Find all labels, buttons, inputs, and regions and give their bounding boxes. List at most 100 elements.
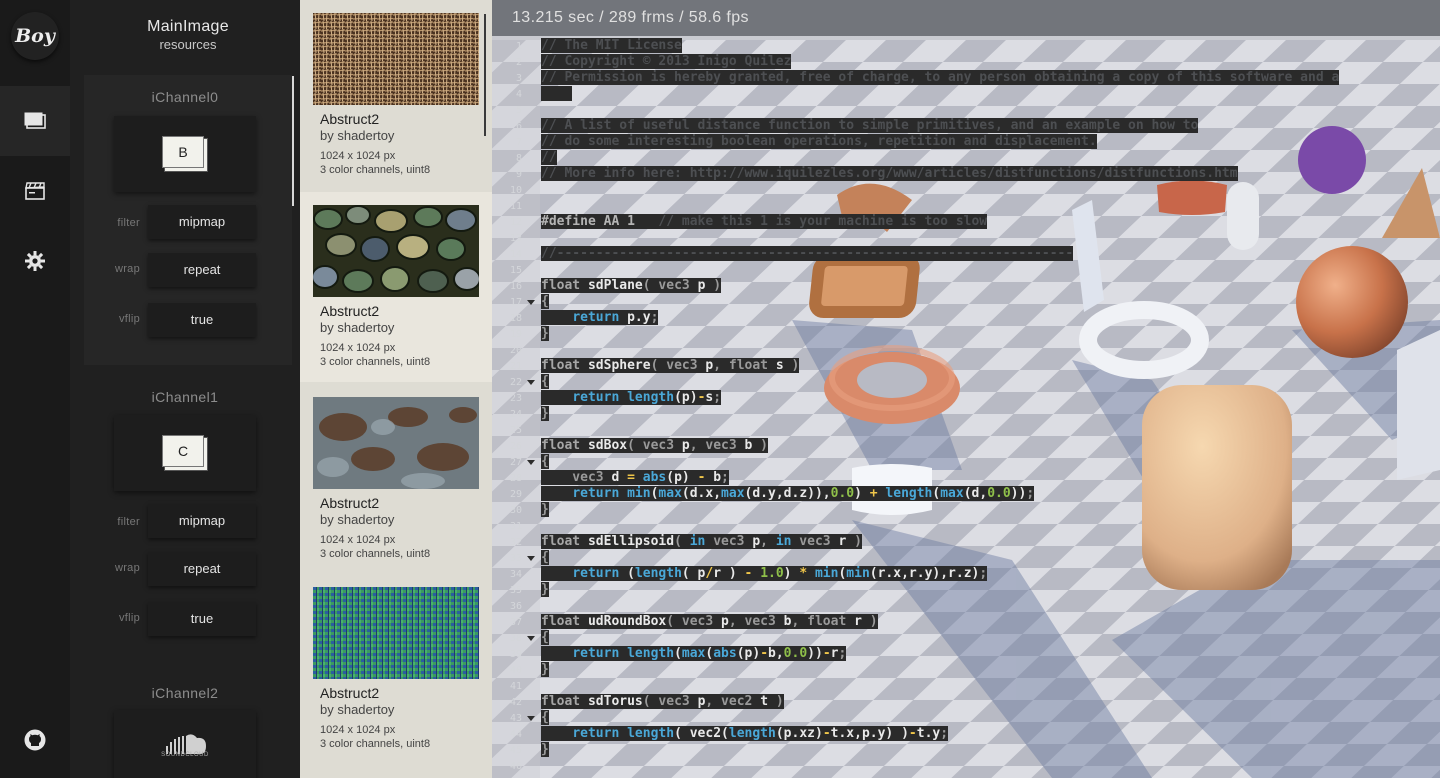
- code-token: return: [572, 566, 620, 581]
- code-line[interactable]: float sdSphere( vec3 p, float s ): [541, 358, 800, 374]
- code-token: length: [728, 726, 776, 741]
- code-token: float: [541, 358, 581, 373]
- channel-1-vflip-button[interactable]: true: [148, 602, 256, 636]
- texture-name: Abstruct2: [320, 111, 380, 127]
- code-line[interactable]: //--------------------------------------…: [541, 246, 1074, 262]
- fold-toggle-icon[interactable]: [527, 460, 535, 465]
- texture-thumbnail: [313, 205, 479, 297]
- rail-item-media[interactable]: [0, 156, 70, 226]
- rail-item-resources[interactable]: [0, 86, 70, 156]
- code-token: 0.0: [830, 486, 855, 501]
- line-number: 31: [509, 521, 522, 532]
- channel-0-wrap-button[interactable]: repeat: [148, 253, 256, 287]
- channel-0-vflip-button[interactable]: true: [148, 303, 256, 337]
- code-token: ): [705, 278, 722, 293]
- channel-1-filter-button[interactable]: mipmap: [148, 504, 256, 538]
- code-line[interactable]: }: [541, 406, 549, 422]
- code-line[interactable]: {: [541, 550, 549, 566]
- code-token: {: [541, 454, 549, 469]
- code-line[interactable]: return (length( p/r ) - 1.0) * min(min(r…: [541, 566, 988, 582]
- code-line[interactable]: }: [541, 582, 549, 598]
- code-line[interactable]: {: [541, 630, 549, 646]
- code-line[interactable]: return p.y;: [541, 310, 659, 326]
- code-token: abs: [642, 470, 667, 485]
- code-line[interactable]: return length( vec2(length(p.xz)-t.x,p.y…: [541, 726, 949, 742]
- texture-item[interactable]: Abstruct2 by shadertoy 1024 x 1024 px 3 …: [300, 574, 492, 764]
- code-line[interactable]: // do some interesting boolean operation…: [541, 134, 1097, 150]
- soundcloud-label: SOUNDCLOUD: [161, 752, 209, 758]
- texture-thumbnail: [313, 587, 479, 679]
- fold-toggle-icon[interactable]: [527, 300, 535, 305]
- channel-1-wrap-button[interactable]: repeat: [148, 552, 256, 586]
- line-number: 11: [509, 201, 522, 212]
- code-token: -: [908, 726, 917, 741]
- code-line[interactable]: {: [541, 710, 549, 726]
- code-token: [541, 566, 573, 581]
- channel-1-filter-label: filter: [117, 516, 140, 528]
- code-line[interactable]: {: [541, 294, 549, 310]
- code-token: min: [846, 566, 870, 581]
- channel-0-slot[interactable]: B: [114, 116, 256, 192]
- code-line[interactable]: return length(p)-s;: [541, 390, 722, 406]
- code-line[interactable]: }: [541, 502, 549, 518]
- code-token: [752, 566, 761, 581]
- code-line[interactable]: // More info here: http://www.iquilezles…: [541, 166, 1238, 182]
- code-token: ;: [713, 390, 722, 405]
- line-number: 30: [509, 505, 522, 516]
- code-token: {: [541, 294, 549, 309]
- code-line[interactable]: // The MIT License: [541, 38, 682, 54]
- code-line[interactable]: // Copyright © 2013 Inigo Quilez: [541, 54, 792, 70]
- code-line[interactable]: }: [541, 326, 549, 342]
- app-logo[interactable]: Boy: [11, 12, 59, 60]
- code-token: min: [627, 486, 651, 501]
- shader-viewport[interactable]: 13.215 sec / 289 frms / 58.6 fps 1234567…: [492, 0, 1440, 778]
- code-line[interactable]: // A list of useful distance function to…: [541, 118, 1199, 134]
- line-number: 7: [515, 137, 522, 148]
- texture-item[interactable]: Abstruct2 by shadertoy 1024 x 1024 px 3 …: [300, 384, 492, 574]
- fold-toggle-icon[interactable]: [527, 380, 535, 385]
- code-line[interactable]: }: [541, 742, 549, 758]
- code-line[interactable]: vec3 d = abs(p) - b;: [541, 470, 729, 486]
- line-number: 36: [509, 601, 522, 612]
- code-token: ): [861, 614, 878, 629]
- line-number: 18: [509, 313, 522, 324]
- panel-header: MainImage resources: [70, 18, 300, 52]
- code-token: in: [689, 534, 706, 549]
- line-number: 23: [509, 393, 522, 404]
- rail-item-settings[interactable]: [0, 226, 70, 296]
- code-token: udRoundBox: [580, 614, 667, 629]
- code-line[interactable]: return min(max(d.x,max(d.y,d.z)),0.0) + …: [541, 486, 1035, 502]
- code-token: return: [572, 310, 620, 325]
- code-line[interactable]: #define AA 1 // make this 1 is your mach…: [541, 214, 988, 230]
- code-line[interactable]: }: [541, 662, 549, 678]
- code-line[interactable]: {: [541, 374, 549, 390]
- code-line[interactable]: float sdPlane( vec3 p ): [541, 278, 722, 294]
- code-token: {: [541, 550, 549, 565]
- texture-item-selected[interactable]: Abstruct2 by shadertoy 1024 x 1024 px 3 …: [300, 192, 492, 382]
- code-line[interactable]: return length(max(abs(p)-b,0.0))-r;: [541, 646, 847, 662]
- code-token: vec3: [791, 534, 839, 549]
- code-line[interactable]: //: [541, 150, 557, 166]
- code-line[interactable]: float sdEllipsoid( in vec3 p, in vec3 r …: [541, 534, 862, 550]
- code-line[interactable]: {: [541, 454, 549, 470]
- fold-toggle-icon[interactable]: [527, 556, 535, 561]
- code-line[interactable]: float sdBox( vec3 p, vec3 b ): [541, 438, 769, 454]
- line-number: 17: [509, 297, 522, 308]
- nav-rail: Boy: [0, 0, 70, 778]
- code-line[interactable]: float sdTorus( vec3 p, vec2 t ): [541, 694, 784, 710]
- channel-1-slot[interactable]: C: [114, 415, 256, 491]
- line-number: 42: [509, 697, 522, 708]
- texture-list-scrollbar[interactable]: [484, 14, 486, 136]
- code-token: p: [721, 614, 729, 629]
- line-number-gutter: 1 2 3 4 5 6 7 8 9 10 11 12 13 14 15 16 17 18 19 20 21 22 23 24 2…: [492, 36, 540, 778]
- code-line[interactable]: [541, 86, 573, 102]
- channel-0-filter-button[interactable]: mipmap: [148, 205, 256, 239]
- code-line[interactable]: float udRoundBox( vec3 p, vec3 b, float …: [541, 614, 878, 630]
- rail-item-github[interactable]: [0, 705, 70, 775]
- code-line[interactable]: // Permission is hereby granted, free of…: [541, 70, 1340, 86]
- texture-item[interactable]: Abstruct2 by shadertoy 1024 x 1024 px 3 …: [300, 0, 492, 190]
- fold-toggle-icon[interactable]: [527, 636, 535, 641]
- fold-toggle-icon[interactable]: [527, 716, 535, 721]
- code-token: [541, 86, 573, 101]
- channel-2-slot[interactable]: SOUNDCLOUD: [114, 710, 256, 778]
